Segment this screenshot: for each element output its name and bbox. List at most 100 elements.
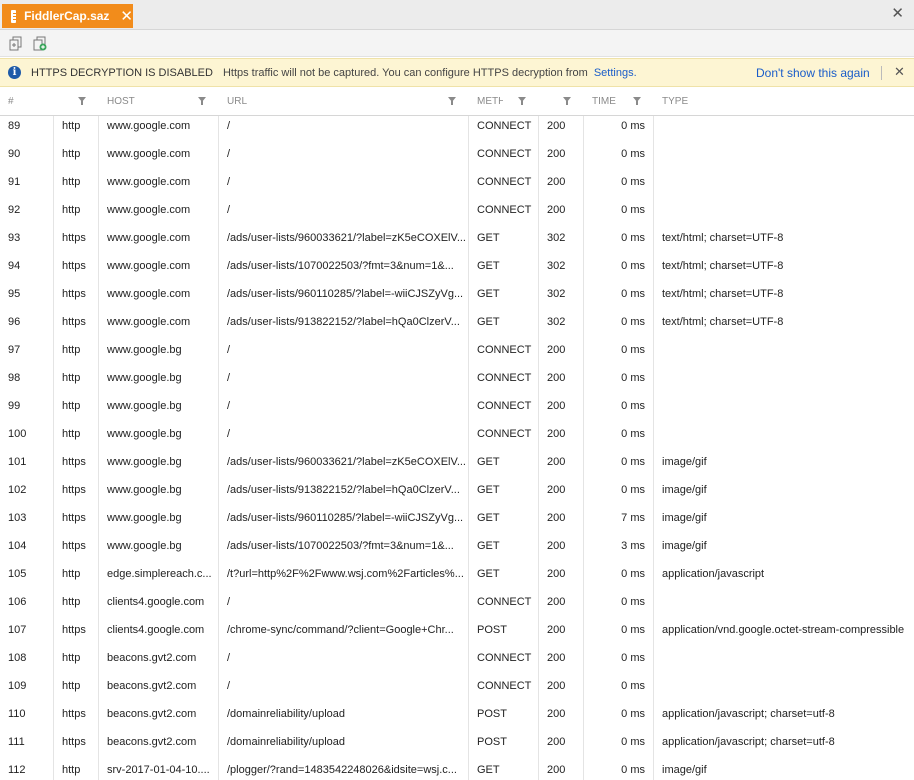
cell-time: 0 ms — [621, 400, 645, 412]
filter-icon[interactable] — [448, 97, 457, 106]
table-row[interactable]: 107 https clients4.google.com/chrome-sync/… — [0, 620, 914, 648]
cell-method: CONNECT — [477, 176, 532, 188]
cell-time: 0 ms — [621, 596, 645, 608]
table-row[interactable]: 109 http beacons.gvt2.com / CONNECT 200 0 ms — [0, 676, 914, 704]
cell-method: POST — [477, 624, 507, 636]
table-row[interactable]: 97 http www.google.bg / CONNECT 200 0 ms — [0, 340, 914, 368]
cell-method: POST — [477, 736, 507, 748]
info-close-icon[interactable]: ✕ — [894, 64, 905, 80]
cell-type — [662, 368, 914, 396]
cell-type: application/vnd.google.octet-stream-comp… — [662, 624, 905, 636]
column-header-time[interactable]: TIME — [592, 88, 622, 115]
filter-icon[interactable] — [518, 97, 527, 106]
replay-icon[interactable] — [8, 36, 24, 51]
table-row[interactable]: 98 http www.google.bg / CONNECT 200 0 ms — [0, 368, 914, 396]
table-row[interactable]: 89 http www.google.com / CONNECT 200 0 ms — [0, 116, 914, 144]
cell-status: 200 — [547, 148, 566, 160]
table-row[interactable]: 93 https www.google.com/ads/user-lists/960… — [0, 228, 914, 256]
table-row[interactable]: 106 http clients4.google.com / CONNECT 200 0 m… — [0, 592, 914, 620]
cell-status: 200 — [547, 428, 566, 440]
column-header-host[interactable]: HOST — [107, 88, 187, 115]
cell-type: text/html; charset=UTF-8 — [662, 260, 784, 272]
table-row[interactable]: 104 https www.google.bg/ads/user-lists/107… — [0, 536, 914, 564]
table-row[interactable]: 91 http www.google.com / CONNECT 200 0 ms — [0, 172, 914, 200]
cell-method: CONNECT — [477, 148, 532, 160]
table-row[interactable]: 112 http srv-2017-01-04-10.... /plogger/?ra… — [0, 760, 914, 780]
cell-status: 200 — [547, 120, 566, 132]
table-row[interactable]: 99 http www.google.bg / CONNECT 200 0 ms — [0, 396, 914, 424]
cell-host: www.google.com — [107, 288, 191, 300]
table-row[interactable]: 94 https www.google.com/ads/user-lists/107… — [0, 256, 914, 284]
cell-status: 200 — [547, 568, 566, 580]
cell-method: POST — [477, 708, 507, 720]
tab-fiddlercap[interactable]: FiddlerCap.saz ✕ — [2, 4, 133, 28]
column-header-id[interactable]: # — [8, 88, 48, 115]
cell-url: / — [227, 204, 231, 216]
column-header-url[interactable]: URL — [227, 88, 427, 115]
cell-status: 200 — [547, 736, 566, 748]
cell-url: / — [227, 428, 231, 440]
info-message: Https traffic will not be captured. You … — [223, 67, 637, 79]
tab-label: FiddlerCap.saz — [24, 9, 110, 23]
filter-icon[interactable] — [633, 97, 642, 106]
dont-show-again-link[interactable]: Don't show this again — [756, 66, 870, 80]
cell-status: 200 — [547, 708, 566, 720]
cell-url: /domainreliability/upload — [227, 736, 346, 748]
cell-host: www.google.bg — [107, 484, 182, 496]
filter-icon[interactable] — [198, 97, 207, 106]
window-close-icon[interactable]: ✕ — [891, 4, 904, 22]
cell-host: www.google.bg — [107, 512, 182, 524]
cell-id: 102 — [8, 484, 27, 496]
table-row[interactable]: 108 http beacons.gvt2.com / CONNECT 200 0 ms — [0, 648, 914, 676]
cell-time: 0 ms — [621, 708, 645, 720]
cell-type — [662, 340, 914, 368]
cell-status: 200 — [547, 344, 566, 356]
table-row[interactable]: 95 https www.google.com/ads/user-lists/960… — [0, 284, 914, 312]
cell-protocol: http — [62, 400, 81, 412]
table-row[interactable]: 96 https www.google.com/ads/user-lists/913… — [0, 312, 914, 340]
table-row[interactable]: 103 https www.google.bg/ads/user-lists/960… — [0, 508, 914, 536]
sessions-grid: # HOST URL METH TIME TYPE 89 http www.goog… — [0, 88, 914, 780]
cell-id: 100 — [8, 428, 27, 440]
table-row[interactable]: 105 http edge.simplereach.c... /t?url=http%… — [0, 564, 914, 592]
cell-time: 0 ms — [621, 344, 645, 356]
add-session-icon[interactable] — [32, 36, 48, 51]
cell-host: srv-2017-01-04-10.... — [107, 764, 210, 776]
cell-id: 112 — [8, 764, 26, 776]
table-row[interactable]: 102 https www.google.bg/ads/user-lists/913… — [0, 480, 914, 508]
cell-type: text/html; charset=UTF-8 — [662, 316, 784, 328]
cell-time: 0 ms — [621, 176, 645, 188]
cell-method: GET — [477, 484, 500, 496]
tab-close-icon[interactable]: ✕ — [120, 9, 133, 24]
cell-time: 3 ms — [621, 540, 645, 552]
file-icon — [11, 9, 21, 23]
cell-id: 110 — [8, 708, 26, 720]
cell-protocol: http — [62, 344, 81, 356]
column-header-type[interactable]: TYPE — [662, 88, 722, 115]
cell-host: www.google.com — [107, 204, 191, 216]
cell-protocol: http — [62, 680, 81, 692]
cell-method: CONNECT — [477, 680, 532, 692]
table-row[interactable]: 92 http www.google.com / CONNECT 200 0 ms — [0, 200, 914, 228]
cell-id: 109 — [8, 680, 27, 692]
table-row[interactable]: 110 https beacons.gvt2.com/domainreliabili… — [0, 704, 914, 732]
column-header-method[interactable]: METH — [477, 88, 503, 115]
cell-id: 93 — [8, 232, 21, 244]
cell-status: 200 — [547, 764, 566, 776]
cell-host: www.google.bg — [107, 344, 182, 356]
toolbar — [0, 30, 914, 57]
cell-time: 0 ms — [621, 764, 645, 776]
filter-icon[interactable] — [563, 97, 572, 106]
cell-host: www.google.bg — [107, 540, 182, 552]
cell-id: 108 — [8, 652, 27, 664]
table-row[interactable]: 101 https www.google.bg/ads/user-lists/960… — [0, 452, 914, 480]
cell-type — [662, 144, 914, 172]
cell-host: www.google.bg — [107, 372, 182, 384]
settings-link[interactable]: Settings. — [594, 67, 637, 79]
cell-type — [662, 676, 914, 704]
table-row[interactable]: 90 http www.google.com / CONNECT 200 0 ms — [0, 144, 914, 172]
filter-icon[interactable] — [78, 97, 87, 106]
table-row[interactable]: 100 http www.google.bg / CONNECT 200 0 ms — [0, 424, 914, 452]
cell-host: www.google.bg — [107, 428, 182, 440]
table-row[interactable]: 111 https beacons.gvt2.com/domainreliabili… — [0, 732, 914, 760]
